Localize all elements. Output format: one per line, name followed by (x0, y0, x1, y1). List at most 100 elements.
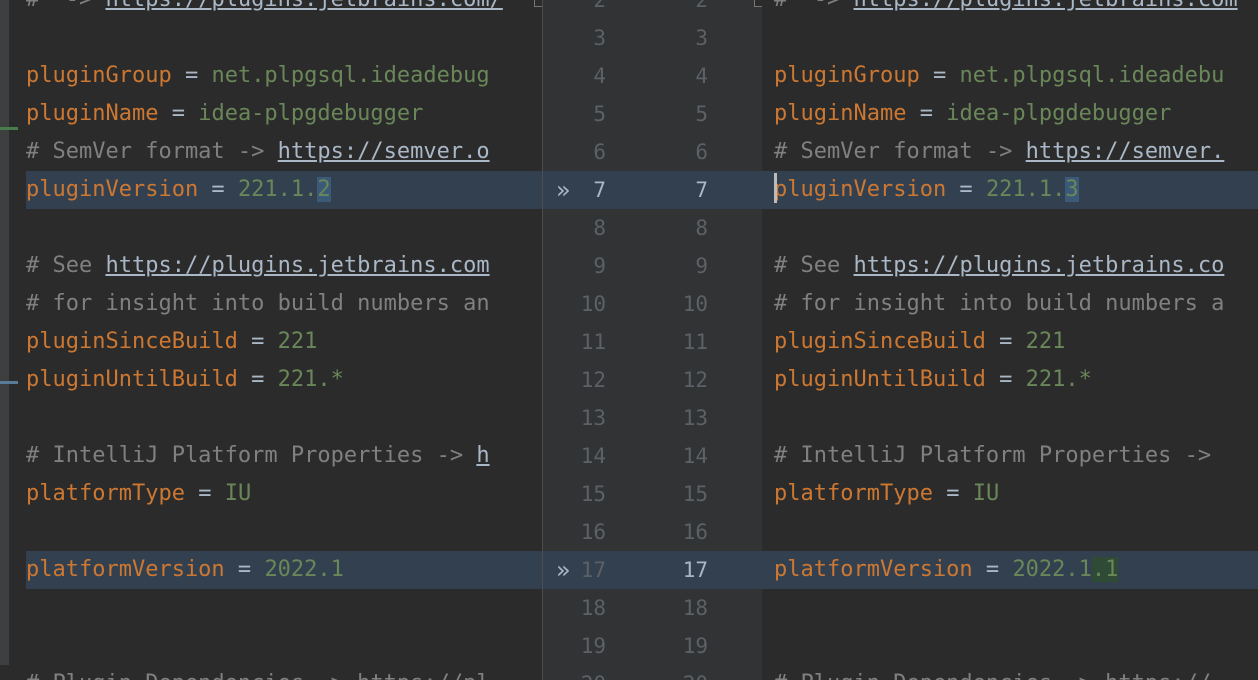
right-code-line[interactable] (774, 399, 1258, 437)
comment-text: # -> (774, 0, 853, 12)
left-code-line[interactable]: pluginUntilBuild = 221.* (26, 361, 542, 399)
right-line-number: 5 (695, 102, 708, 126)
left-code-line[interactable] (26, 209, 542, 247)
right-code-line[interactable]: # SemVer format -> https://semver. (774, 133, 1258, 171)
left-line-number: 18 (580, 596, 606, 620)
left-code-line[interactable]: # IntelliJ Platform Properties -> h (26, 437, 542, 475)
comment-text: # IntelliJ Platform Properties -> (774, 443, 1225, 468)
left-scroll-track[interactable] (0, 0, 9, 665)
code-token: = (932, 481, 973, 506)
right-code-line[interactable]: platformType = IU (774, 475, 1258, 513)
url-link[interactable]: https://plugins.jetbrains.com (853, 0, 1237, 12)
url-link[interactable]: https://plugins.jetbrains.com/ (105, 0, 502, 12)
code-token: = (985, 367, 1026, 392)
comment-text: # Plugin Dependencies -> https:// (774, 671, 1211, 680)
right-code-line[interactable]: pluginName = idea-plpgdebugger (774, 95, 1258, 133)
right-code-line[interactable] (774, 513, 1258, 551)
text-caret (774, 173, 777, 203)
right-code-line[interactable]: pluginUntilBuild = 221.* (774, 361, 1258, 399)
left-code-line[interactable]: # -> https://plugins.jetbrains.com/ (26, 0, 542, 19)
code-token: = (906, 101, 947, 126)
right-line-number: 11 (682, 330, 708, 354)
left-line-number: 19 (580, 634, 606, 658)
url-link[interactable]: https://semver.o (278, 139, 490, 164)
code-token: net.plpgsql.ideadebu (959, 63, 1225, 88)
diff-gutter: 2 2 3 3 4 4 5 5 6 6» 7 7 8 8 9 9 10 10 11 11 12 12 13 13 14 14 15 1… (542, 0, 762, 680)
property-key: pluginUntilBuild (26, 367, 238, 392)
code-token: . (1091, 557, 1106, 582)
comment-text: # Plugin Dependencies -> https://pl (26, 671, 490, 680)
change-marker-added (0, 127, 18, 130)
left-code-line[interactable]: platformType = IU (26, 475, 542, 513)
right-line-number: 14 (682, 444, 708, 468)
left-line-number: 4 (593, 64, 606, 88)
left-code-line[interactable]: pluginVersion = 221.1.2 (26, 171, 542, 209)
code-token: = (184, 481, 225, 506)
left-code-line[interactable] (26, 589, 542, 627)
right-line-number: 17 (682, 558, 708, 582)
left-line-number: 7 (593, 178, 606, 202)
left-line-number: 14 (580, 444, 606, 468)
right-line-number: 18 (682, 596, 708, 620)
code-token: = (972, 557, 1013, 582)
right-code-line[interactable] (774, 209, 1258, 247)
right-code-line[interactable]: pluginVersion = 221.1.3 (762, 171, 1258, 209)
right-code-line[interactable]: pluginGroup = net.plpgsql.ideadebu (774, 57, 1258, 95)
left-line-number: 11 (580, 330, 606, 354)
right-code-line[interactable] (774, 589, 1258, 627)
url-link[interactable]: https://plugins.jetbrains.com (105, 253, 489, 278)
left-code-line[interactable] (26, 399, 542, 437)
left-code-line[interactable] (26, 627, 542, 665)
right-line-number: 4 (695, 64, 708, 88)
property-key: pluginGroup (26, 63, 172, 88)
left-line-number: 3 (593, 26, 606, 50)
left-code-line[interactable]: platformVersion = 2022.1 (26, 551, 542, 589)
code-token: = (237, 329, 278, 354)
left-code-line[interactable]: # See https://plugins.jetbrains.com (26, 247, 542, 285)
code-token: idea-plpgdebugger (946, 101, 1172, 126)
property-key: platformType (774, 481, 933, 506)
left-code-line[interactable] (26, 19, 542, 57)
right-line-number: 3 (695, 26, 708, 50)
right-code-line[interactable]: # for insight into build numbers a (774, 285, 1258, 323)
right-code-line[interactable]: pluginSinceBuild = 221 (774, 323, 1258, 361)
code-token: = (985, 329, 1026, 354)
left-code-line[interactable]: # for insight into build numbers an (26, 285, 542, 323)
url-link[interactable]: https://semver. (1026, 139, 1225, 164)
property-key: platformVersion (774, 557, 973, 582)
right-code-line[interactable] (774, 19, 1258, 57)
property-key: pluginVersion (774, 177, 947, 202)
right-editor-pane[interactable]: # -> https://plugins.jetbrains.com plugin… (762, 0, 1258, 680)
left-editor-pane[interactable]: # -> https://plugins.jetbrains.com/plugi… (0, 0, 542, 680)
left-line-number: 5 (593, 102, 606, 126)
left-line-number: 17 (580, 558, 606, 582)
right-code-line[interactable]: # -> https://plugins.jetbrains.com (774, 0, 1258, 19)
left-code-line[interactable]: pluginSinceBuild = 221 (26, 323, 542, 361)
code-token: net.plpgsql.ideadebug (211, 63, 490, 88)
left-code-line[interactable]: # SemVer format -> https://semver.o (26, 133, 542, 171)
url-link[interactable]: h (476, 443, 489, 468)
comment-text: # for insight into build numbers an (26, 291, 490, 316)
comment-text: # SemVer format -> (26, 139, 278, 164)
left-code-line[interactable]: # Plugin Dependencies -> https://pl (26, 665, 542, 680)
url-link[interactable]: https://plugins.jetbrains.co (853, 253, 1224, 278)
property-key: pluginSinceBuild (26, 329, 238, 354)
fold-marker-icon[interactable] (754, 0, 762, 7)
right-line-number: 20 (668, 665, 708, 680)
right-code-line[interactable]: # Plugin Dependencies -> https:// (774, 665, 1258, 680)
comment-text: # -> (26, 0, 105, 12)
right-code-line[interactable]: # IntelliJ Platform Properties -> (774, 437, 1258, 475)
code-token: 221 (1025, 329, 1066, 354)
left-code-line[interactable]: pluginName = idea-plpgdebugger (26, 95, 542, 133)
left-code-line[interactable] (26, 513, 542, 551)
comment-text: # for insight into build numbers a (774, 291, 1225, 316)
left-line-number: 15 (580, 482, 606, 506)
right-code-line[interactable]: # See https://plugins.jetbrains.co (774, 247, 1258, 285)
right-code-line[interactable]: platformVersion = 2022.1.1 (762, 551, 1258, 589)
property-key: pluginGroup (774, 63, 920, 88)
code-token: = (224, 557, 265, 582)
right-line-number: 16 (682, 520, 708, 544)
left-line-number: 2 (593, 0, 606, 12)
left-code-line[interactable]: pluginGroup = net.plpgsql.ideadebug (26, 57, 542, 95)
right-code-line[interactable] (774, 627, 1258, 665)
